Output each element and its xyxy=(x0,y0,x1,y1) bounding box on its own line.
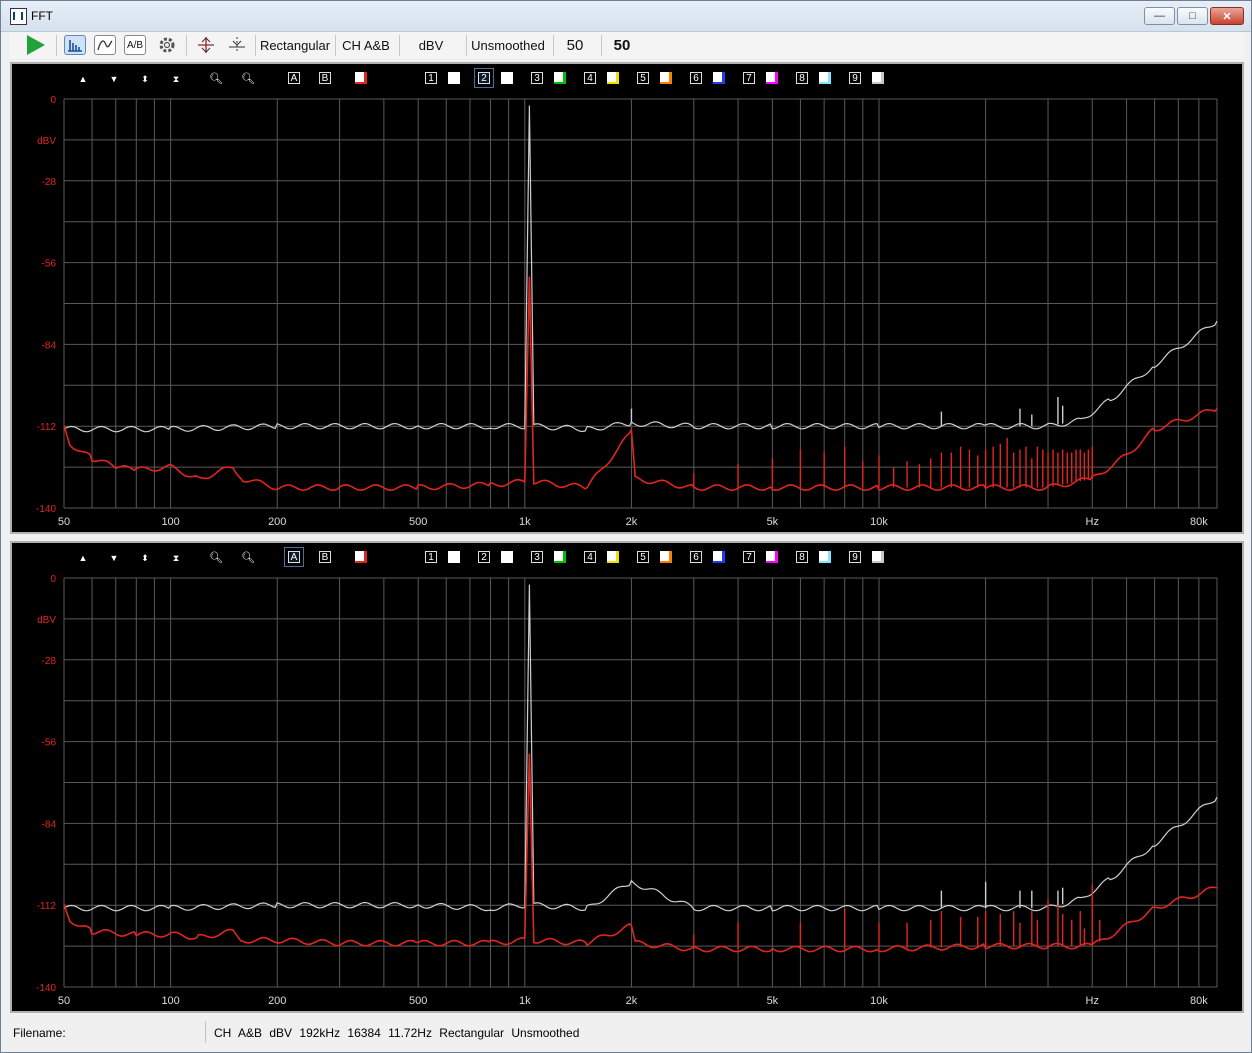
window-title: FFT xyxy=(31,9,53,23)
x-tick-label: 80k xyxy=(1190,995,1208,1007)
status-channel: CH A&B xyxy=(214,1026,263,1040)
series-line-a xyxy=(63,276,1218,492)
x-tick-label: 50 xyxy=(58,516,70,528)
y-tick-label: -140 xyxy=(36,504,56,515)
crosshair-icon xyxy=(198,37,214,53)
toolbar-separator xyxy=(186,35,187,56)
curve-icon xyxy=(97,40,113,51)
ab-compare-button[interactable]: A/B xyxy=(124,35,146,55)
y-tick-label: 0 xyxy=(50,574,56,585)
status-resolution: 11.72Hz xyxy=(388,1026,432,1040)
y-tick-label: 0 xyxy=(50,95,56,106)
gear-icon xyxy=(159,37,175,53)
toolbar-separator xyxy=(399,35,400,56)
plot-area[interactable]: 0 -28 -56 -84 -112 -140 dBV 50 100 200 500 1k 2k 5k 10… xyxy=(12,64,1242,532)
status-info: CH A&B dBV 192kHz 16384 11.72Hz Rectangu… xyxy=(214,1026,579,1040)
x-tick-label: 1k xyxy=(519,995,531,1007)
app-icon xyxy=(10,8,27,25)
bars-icon xyxy=(68,40,82,52)
x-tick-label: Hz xyxy=(1086,995,1099,1007)
x-tick-label: 50 xyxy=(58,995,70,1007)
main-toolbar: A/B Rectangular CH A&B dBV Unsmoothed 50… xyxy=(10,32,1244,59)
cursor-button[interactable] xyxy=(195,34,217,56)
plot-area[interactable]: 0 -28 -56 -84 -112 -140 dBV 50 100 200 500 1k 2k 5k 10… xyxy=(12,543,1242,1011)
toolbar-separator xyxy=(601,35,602,56)
fft-plot-top[interactable]: ▲ ▼ ⬍ ⧗ 🔍︎ 🔍︎ A B 1 2 3 4 5 6 7 8 9 0 -28 -56 -84 -112 -140 dBV… xyxy=(10,62,1244,534)
smoothing-select[interactable]: Unsmoothed xyxy=(469,34,547,56)
window-function-select[interactable]: Rectangular xyxy=(258,34,332,56)
title-bar[interactable]: FFT — □ ✕ xyxy=(1,1,1251,32)
status-window-fn: Rectangular xyxy=(439,1026,505,1040)
toolbar-separator xyxy=(255,35,256,56)
close-button[interactable]: ✕ xyxy=(1210,7,1244,25)
x-tick-label: 10k xyxy=(870,995,888,1007)
x-tick-label: 100 xyxy=(161,516,179,528)
minimize-button[interactable]: — xyxy=(1144,7,1175,25)
x-tick-label: 10k xyxy=(870,516,888,528)
toolbar-separator xyxy=(56,35,57,56)
x-tick-label: 500 xyxy=(409,995,427,1007)
status-smoothing: Unsmoothed xyxy=(511,1026,580,1040)
envelope-view-button[interactable] xyxy=(94,35,116,55)
y-axis-label: dBV xyxy=(37,615,56,626)
y-tick-label: -84 xyxy=(42,819,57,830)
status-fft-size: 16384 xyxy=(347,1026,381,1040)
status-bar: Filename: CH A&B dBV 192kHz 16384 11.72H… xyxy=(10,1019,1244,1045)
y-tick-label: -56 xyxy=(42,738,57,749)
averages-select[interactable]: 50 xyxy=(559,34,591,56)
x-tick-label: 100 xyxy=(161,995,179,1007)
x-tick-label: 200 xyxy=(268,516,286,528)
y-tick-label: -112 xyxy=(37,901,57,912)
maximize-button[interactable]: □ xyxy=(1177,7,1208,25)
x-tick-label: 2k xyxy=(626,516,638,528)
x-tick-label: 1k xyxy=(519,516,531,528)
channel-select[interactable]: CH A&B xyxy=(340,34,392,56)
series-line-b xyxy=(63,584,1218,912)
series-line-a xyxy=(63,753,1218,953)
x-tick-label: 500 xyxy=(409,516,427,528)
status-separator xyxy=(205,1021,206,1043)
marker-button[interactable] xyxy=(226,34,248,56)
y-tick-label: -84 xyxy=(42,340,57,351)
y-axis-label: dBV xyxy=(37,136,56,147)
x-tick-label: 5k xyxy=(767,995,779,1007)
y-tick-label: -28 xyxy=(42,177,57,188)
x-tick-label: 2k xyxy=(626,995,638,1007)
play-button[interactable] xyxy=(22,34,48,56)
peak-marker-icon xyxy=(229,37,245,53)
y-tick-label: -112 xyxy=(37,422,57,433)
x-tick-label: 80k xyxy=(1190,516,1208,528)
toolbar-separator xyxy=(335,35,336,56)
x-tick-label: 5k xyxy=(767,516,779,528)
units-select[interactable]: dBV xyxy=(406,34,456,56)
toolbar-separator xyxy=(553,35,554,56)
status-units: dBV xyxy=(269,1026,293,1040)
toolbar-separator xyxy=(466,35,467,56)
x-tick-label: Hz xyxy=(1086,516,1099,528)
series-line-b xyxy=(63,105,1218,433)
x-tick-label: 200 xyxy=(268,995,286,1007)
y-tick-label: -28 xyxy=(42,656,57,667)
fft-plot-bottom[interactable]: ▲ ▼ ⬍ ⧗ 🔍︎ 🔍︎ A B 1 2 3 4 5 6 7 8 9 0 -28 -56 -84 -112 -140 dBV… xyxy=(10,541,1244,1013)
y-tick-label: -56 xyxy=(42,259,57,270)
y-tick-label: -140 xyxy=(36,983,56,994)
play-icon xyxy=(27,35,45,55)
status-sample-rate: 192kHz xyxy=(299,1026,341,1040)
spectrum-view-button[interactable] xyxy=(64,35,86,55)
fft-window: FFT — □ ✕ A/B Rectangular CH A&B dBV Uns… xyxy=(0,0,1252,1053)
settings-button[interactable] xyxy=(156,34,178,56)
filename-label: Filename: xyxy=(13,1026,66,1040)
averages-counter: 50 xyxy=(613,36,631,54)
